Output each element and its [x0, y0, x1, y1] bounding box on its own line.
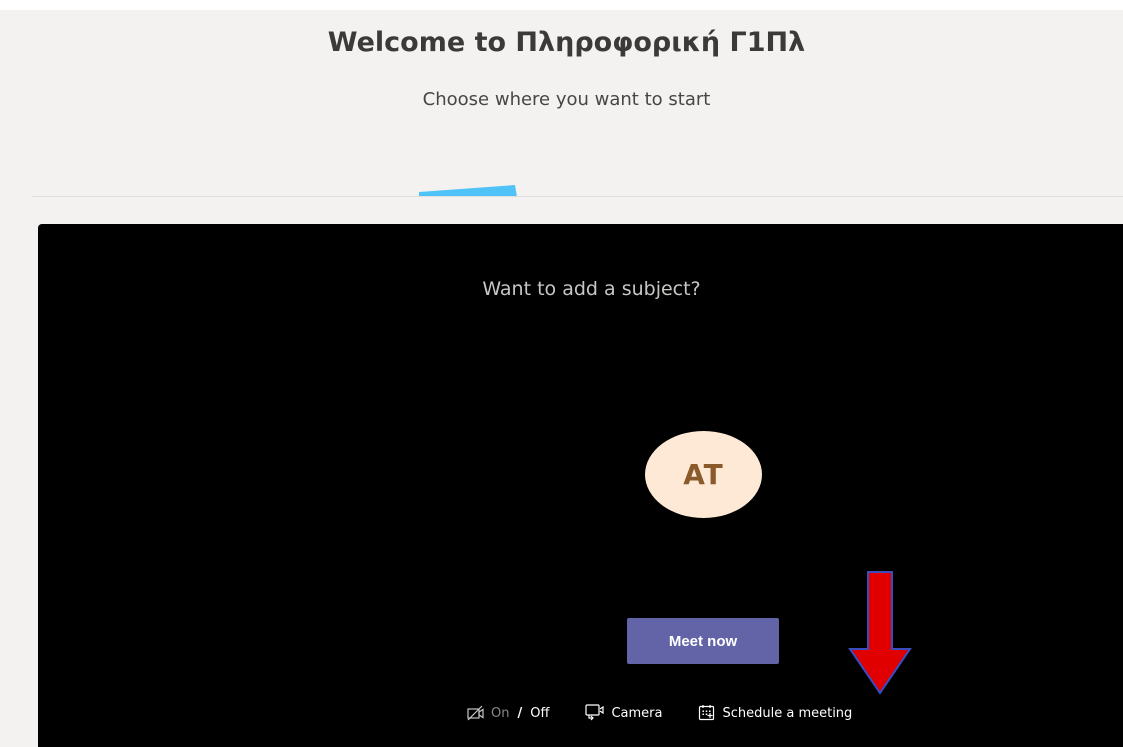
meeting-controls: On / Off Camera Schedule a meeting [467, 701, 852, 725]
toggle-separator: / [517, 705, 523, 721]
toggle-on-label: On [491, 705, 510, 721]
video-toggle[interactable]: On / Off [467, 705, 549, 721]
meet-now-button[interactable]: Meet now [627, 618, 779, 664]
calendar-add-icon [698, 704, 716, 722]
video-off-icon [467, 705, 485, 721]
page-subtitle: Choose where you want to start [422, 89, 711, 110]
toggle-off-label: Off [530, 705, 550, 721]
schedule-meeting-button[interactable]: Schedule a meeting [698, 704, 852, 722]
camera-label: Camera [611, 705, 663, 721]
camera-switch-icon [585, 704, 605, 722]
top-strip [0, 0, 1123, 10]
camera-button[interactable]: Camera [585, 704, 662, 722]
avatar: AT [645, 431, 762, 518]
schedule-label: Schedule a meeting [722, 705, 853, 721]
red-down-arrow [848, 571, 912, 695]
page-title: Welcome to Πληροφορική Γ1Πλ [327, 27, 806, 58]
meeting-preview-panel [38, 224, 1123, 747]
add-subject-prompt[interactable]: Want to add a subject? [0, 278, 1123, 300]
